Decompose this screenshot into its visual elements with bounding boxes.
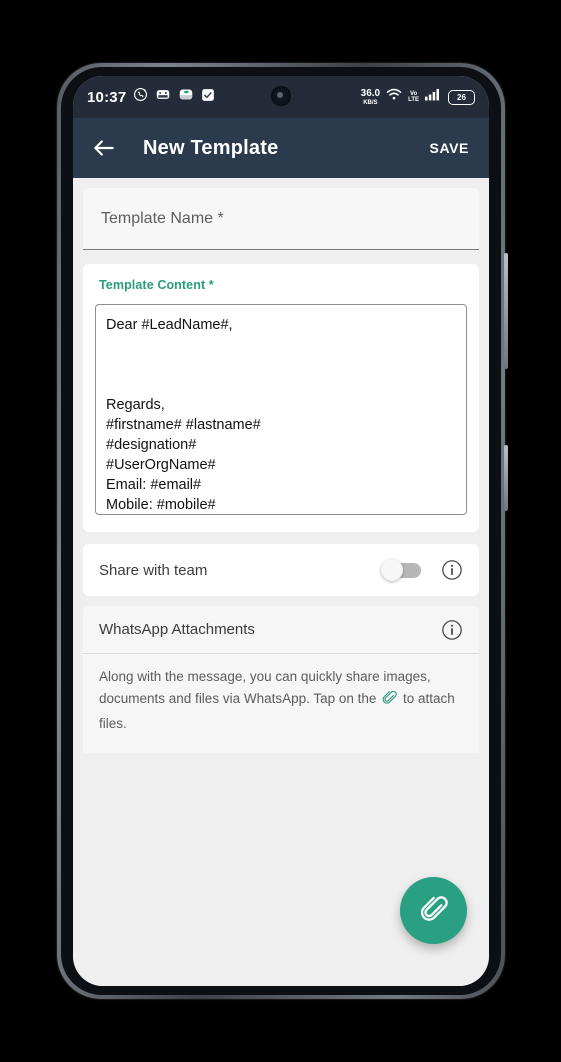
power-button[interactable] [504, 445, 508, 511]
whatsapp-attachments-info-icon[interactable] [441, 619, 463, 641]
paperclip-inline-icon [381, 689, 398, 713]
form-content: Template Name * Template Content * Share… [73, 178, 489, 986]
signal-bars-icon [425, 88, 442, 106]
phone-screen: 10:37 36.0 KB/S Vo LTE 26 New Template S… [73, 76, 489, 986]
template-content-label: Template Content * [99, 278, 214, 292]
template-name-placeholder: Template Name * [101, 209, 224, 227]
front-camera-punch-hole [271, 86, 291, 106]
template-name-field[interactable]: Template Name * [83, 188, 479, 250]
network-speed-value: 36.0 [360, 87, 381, 99]
share-with-team-label: Share with team [99, 561, 208, 579]
whatsapp-attachments-header: WhatsApp Attachments [83, 606, 479, 654]
battery-icon: 26 [448, 89, 475, 105]
network-speed-unit: KB/S [363, 99, 378, 106]
app-icon-1 [155, 87, 171, 107]
share-with-team-info-icon[interactable] [441, 559, 463, 581]
tasks-checkbox-icon [201, 88, 215, 107]
save-button[interactable]: SAVE [428, 136, 472, 160]
back-arrow-icon[interactable] [91, 135, 117, 161]
status-bar-right: 36.0 KB/S Vo LTE 26 [361, 88, 475, 106]
whatsapp-attachments-help-text: Along with the message, you can quickly … [83, 654, 479, 753]
status-clock: 10:37 [87, 88, 127, 106]
attach-file-fab[interactable] [400, 877, 467, 944]
wifi-icon [386, 88, 402, 106]
status-bar-left: 10:37 [87, 87, 215, 107]
template-content-card: Template Content * [83, 264, 479, 532]
page-title: New Template [143, 136, 279, 159]
app-bar: New Template SAVE [73, 118, 489, 178]
whatsapp-attachments-title: WhatsApp Attachments [99, 621, 255, 638]
paperclip-icon [418, 893, 450, 928]
volte-bottom: LTE [408, 97, 419, 103]
volume-button[interactable] [504, 253, 508, 369]
network-speed-indicator: 36.0 KB/S [360, 87, 381, 106]
share-with-team-toggle[interactable] [381, 558, 421, 581]
battery-level: 26 [457, 92, 466, 102]
volte-icon: Vo LTE [408, 91, 419, 103]
template-content-input[interactable] [95, 304, 467, 515]
app-icon-2 [178, 87, 194, 107]
status-bar: 10:37 36.0 KB/S Vo LTE 26 [73, 76, 489, 118]
toggle-knob [381, 558, 403, 581]
share-with-team-row: Share with team [83, 544, 479, 596]
whatsapp-attachments-card: WhatsApp Attachments Along with the mess… [83, 606, 479, 753]
whatsapp-icon [133, 87, 148, 107]
